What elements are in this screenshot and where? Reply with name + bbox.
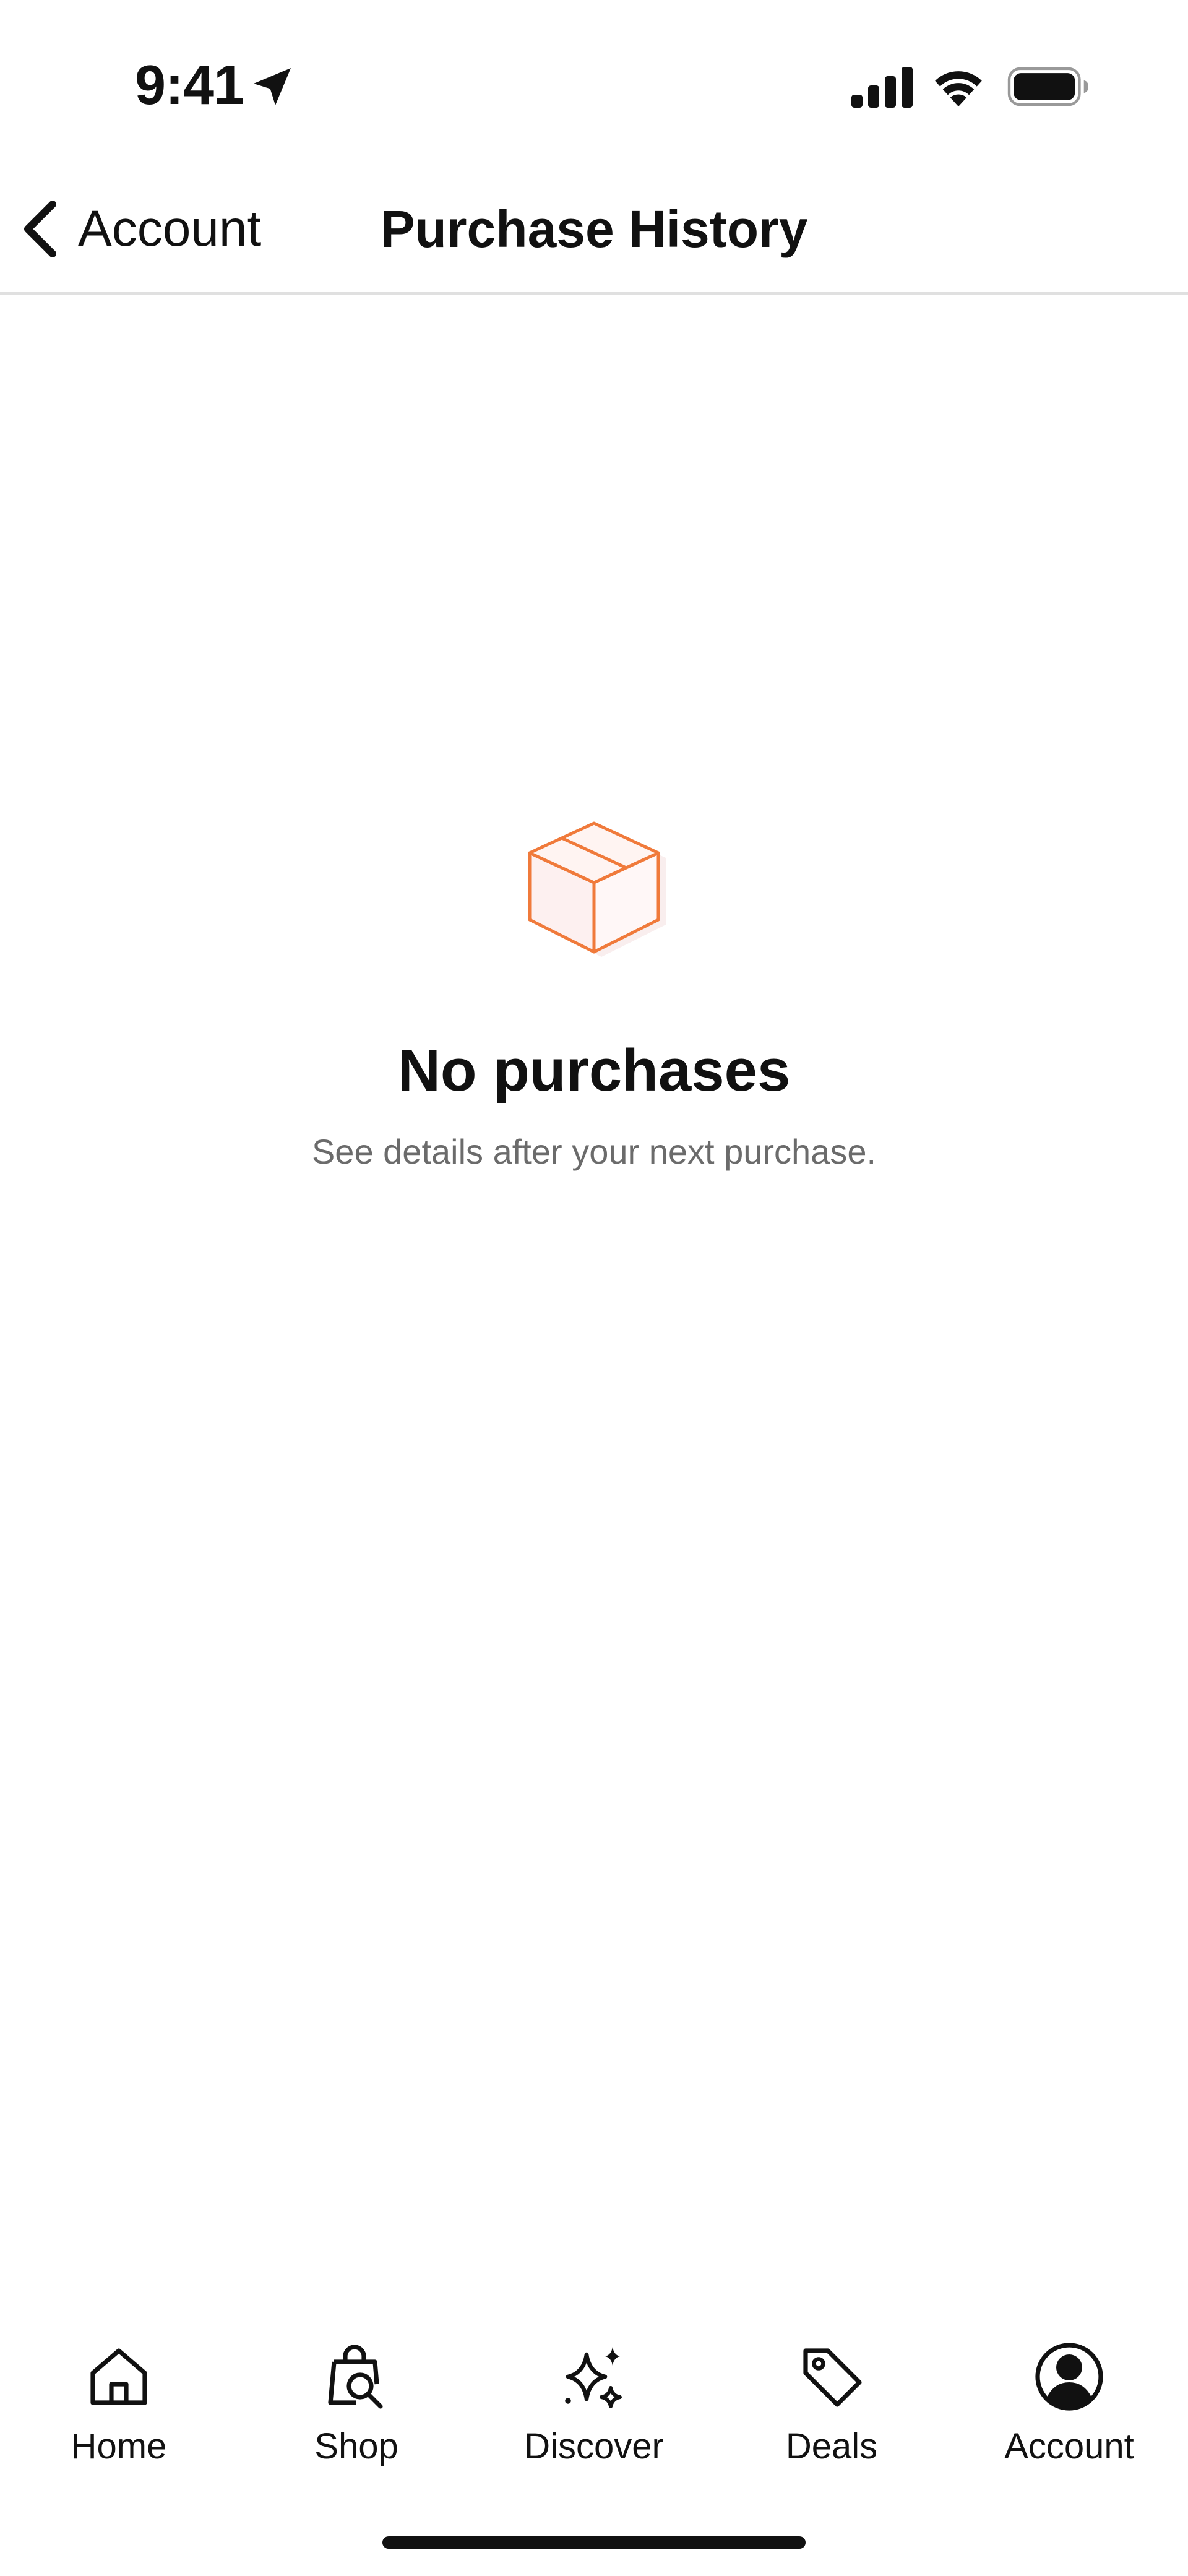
tab-label: Deals — [785, 2426, 878, 2466]
page-title: Purchase History — [380, 200, 808, 258]
tab-bar: Home Shop Discover Deals Account — [0, 2315, 1188, 2482]
box-icon — [528, 821, 666, 957]
location-arrow-icon — [254, 68, 291, 105]
navigation-bar: Account Purchase History — [0, 155, 1188, 295]
status-time: 9:41 — [135, 54, 244, 116]
tab-deals[interactable]: Deals — [713, 2315, 950, 2482]
account-icon — [1035, 2343, 1103, 2411]
tab-label: Home — [71, 2426, 167, 2466]
home-indicator[interactable] — [382, 2536, 806, 2549]
home-icon — [90, 2348, 147, 2405]
tab-label: Shop — [314, 2426, 398, 2466]
tab-shop[interactable]: Shop — [238, 2315, 475, 2482]
empty-state-title: No purchases — [397, 1037, 791, 1104]
tag-icon — [803, 2348, 862, 2407]
empty-state-subtitle: See details after your next purchase. — [311, 1132, 877, 1171]
tab-discover[interactable]: Discover — [475, 2315, 713, 2482]
shopping-bag-search-icon — [328, 2345, 383, 2409]
tab-label: Discover — [524, 2426, 664, 2466]
sparkles-icon — [565, 2347, 622, 2408]
battery-icon — [1007, 67, 1088, 106]
wifi-icon — [935, 71, 982, 106]
empty-state: No purchases See details after your next… — [0, 798, 1188, 1173]
status-bar: 9:41 — [0, 0, 1188, 149]
tab-home[interactable]: Home — [0, 2315, 238, 2482]
tab-label: Account — [1004, 2426, 1134, 2466]
cellular-signal-icon — [851, 67, 913, 108]
tab-account[interactable]: Account — [950, 2315, 1188, 2482]
